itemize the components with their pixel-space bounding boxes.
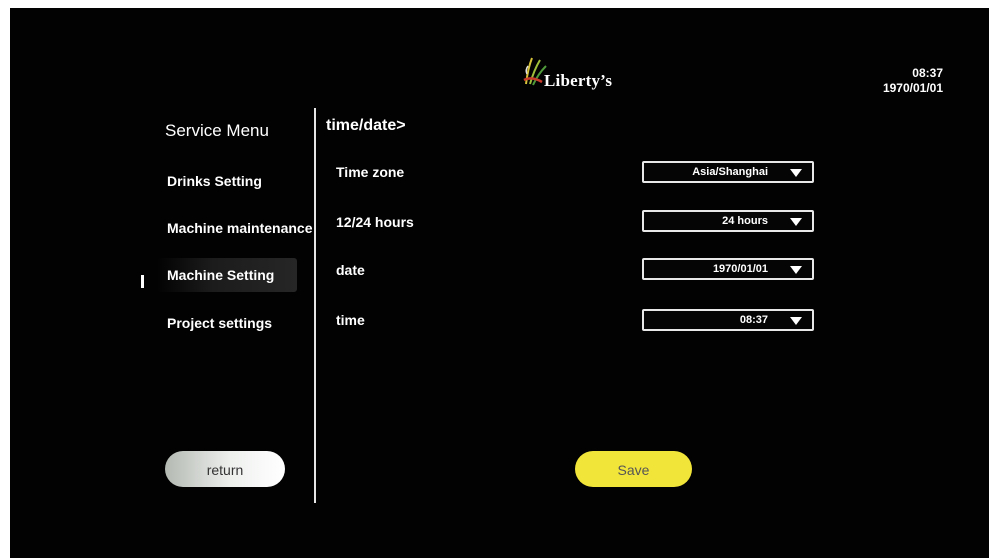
hour-format-select[interactable]: 24 hours [642,210,814,232]
device-screen: Liberty’s 08:37 1970/01/01 Service Menu … [10,8,989,558]
clock-time: 08:37 [912,66,943,80]
sidebar-item-project-settings[interactable]: Project settings [157,306,272,340]
brand-logo: Liberty’s [522,54,632,94]
breadcrumb: time/date> [326,117,406,134]
select-value: 1970/01/01 [712,263,768,275]
sidebar-item-machine-maintenance[interactable]: Machine maintenance [157,211,313,245]
clock-date: 1970/01/01 [882,81,943,95]
clock: 08:37 1970/01/01 [883,66,943,96]
sidebar-item-label: Machine Setting [167,267,275,283]
select-value: 24 hours [722,215,768,227]
dropdown-arrow-icon [790,169,802,177]
sidebar-item-label: Drinks Setting [167,173,262,189]
save-button[interactable]: Save [575,451,692,487]
brand-name: Liberty’s [544,71,613,90]
sidebar-item-label: Machine maintenance [167,220,313,236]
active-indicator [141,275,144,288]
time-label: time [336,312,365,328]
return-button[interactable]: return [165,451,285,487]
sidebar-item-machine-setting[interactable]: Machine Setting [157,258,297,292]
dropdown-arrow-icon [790,218,802,226]
time-select[interactable]: 08:37 [642,309,814,331]
time-zone-select[interactable]: Asia/Shanghai [642,161,814,183]
date-select[interactable]: 1970/01/01 [642,258,814,280]
sidebar-item-drinks-setting[interactable]: Drinks Setting [157,164,262,198]
vertical-divider [314,108,316,503]
dropdown-arrow-icon [790,266,802,274]
time-zone-label: Time zone [336,164,405,180]
date-label: date [336,262,365,278]
hour-format-label: 12/24 hours [336,214,414,230]
dropdown-arrow-icon [790,317,802,325]
select-value: 08:37 [739,314,768,326]
sidebar-title: Service Menu [165,121,269,140]
sidebar-item-label: Project settings [167,315,273,331]
select-value: Asia/Shanghai [692,166,768,178]
